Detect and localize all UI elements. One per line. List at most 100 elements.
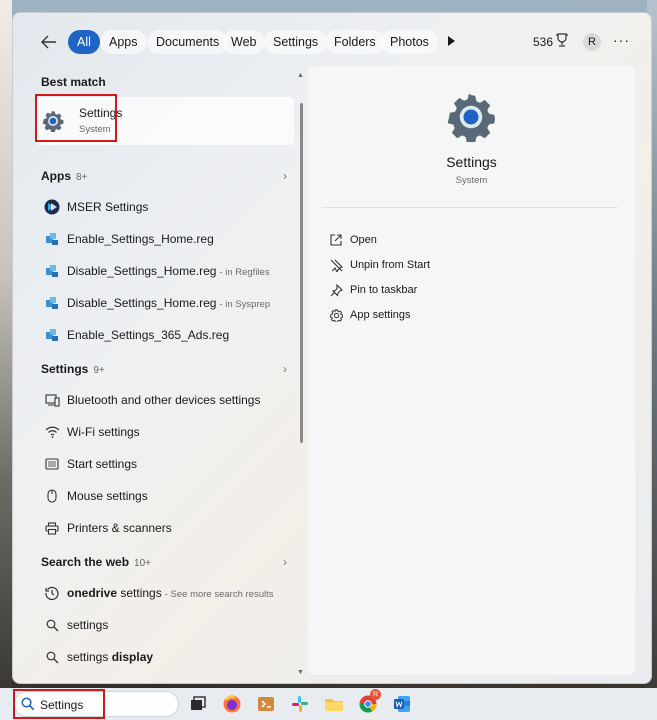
scroll-up-arrow-icon[interactable]: ▲	[297, 72, 304, 79]
web-result-text: settings	[67, 618, 109, 632]
action-unpin-from-start[interactable]: Unpin from Start	[326, 255, 616, 277]
action-label: App settings	[350, 309, 411, 321]
tab-settings[interactable]: Settings	[264, 30, 328, 54]
detail-pane: Settings System Open Unpin from Start Pi…	[308, 66, 635, 675]
scroll-down-arrow-icon[interactable]: ▼	[297, 669, 304, 676]
account-avatar[interactable]: R	[583, 33, 601, 51]
unpin-icon	[329, 258, 343, 272]
registry-file-icon	[44, 295, 60, 311]
list-item[interactable]: Printers & scanners	[35, 513, 294, 543]
file-explorer-icon[interactable]	[324, 694, 344, 714]
highlight-box	[13, 689, 105, 719]
firefox-icon[interactable]	[222, 694, 242, 714]
apps-heading[interactable]: Apps 8+	[41, 169, 87, 183]
task-view-icon[interactable]	[188, 694, 208, 714]
chrome-profile-badge: R	[370, 689, 381, 700]
devices-icon	[44, 392, 60, 408]
list-item[interactable]: MSER Settings	[35, 192, 294, 222]
search-icon	[44, 649, 60, 665]
list-item-label: Mouse settings	[67, 489, 148, 503]
package-icon[interactable]	[256, 694, 276, 714]
gear-icon	[329, 308, 343, 322]
tab-apps[interactable]: Apps	[100, 30, 147, 54]
list-item[interactable]: settings display	[35, 642, 294, 672]
open-external-icon	[329, 233, 343, 247]
registry-file-icon	[44, 327, 60, 343]
list-item[interactable]: settings	[35, 610, 294, 640]
wifi-icon	[44, 424, 60, 440]
web-result-text: settings	[67, 650, 112, 664]
web-result-bold: onedrive	[67, 586, 118, 600]
list-item[interactable]: onedrive settings - See more search resul…	[35, 578, 294, 608]
list-item-location: - in Sysprep	[219, 299, 271, 310]
list-item-label: Enable_Settings_Home.reg	[67, 232, 214, 246]
wallpaper-edge-left	[0, 0, 12, 690]
results-pane: Best match Settings System Apps 8+ › MSER…	[13, 67, 304, 683]
list-item-label: Bluetooth and other devices settings	[67, 393, 261, 407]
scrollbar-thumb[interactable]	[300, 103, 303, 443]
list-item-location: - in Regfiles	[219, 267, 270, 278]
list-item-label: Start settings	[67, 457, 138, 471]
list-item-label: Disable_Settings_Home.reg	[67, 264, 217, 278]
list-item[interactable]: Enable_Settings_Home.reg	[35, 224, 294, 254]
action-label: Open	[350, 234, 377, 246]
back-arrow-icon[interactable]	[39, 32, 59, 52]
search-web-heading[interactable]: Search the web 10+	[41, 555, 151, 569]
list-item-label: MSER Settings	[67, 200, 149, 214]
taskbar: Settings R	[0, 688, 657, 720]
detail-subtitle: System	[455, 175, 488, 186]
list-item[interactable]: Bluetooth and other devices settings	[35, 385, 294, 415]
web-result-bold: display	[111, 650, 154, 664]
word-icon[interactable]	[392, 694, 412, 714]
history-icon	[44, 585, 60, 601]
registry-file-icon	[44, 263, 60, 279]
tab-documents[interactable]: Documents	[147, 30, 229, 54]
tab-folders[interactable]: Folders	[325, 30, 385, 54]
tab-web[interactable]: Web	[222, 30, 266, 54]
slack-icon[interactable]	[290, 694, 310, 714]
tab-photos[interactable]: Photos	[381, 30, 438, 54]
apps-chevron-right-icon[interactable]: ›	[283, 169, 287, 183]
action-label: Unpin from Start	[350, 259, 431, 271]
search-web-heading-label: Search the web	[41, 555, 130, 569]
chrome-icon[interactable]: R	[358, 689, 381, 714]
mouse-icon	[44, 488, 60, 504]
divider	[322, 207, 618, 208]
detail-title: Settings	[446, 154, 497, 170]
list-item[interactable]: Wi-Fi settings	[35, 417, 294, 447]
action-app-settings[interactable]: App settings	[326, 305, 616, 327]
rewards-trophy-icon[interactable]	[555, 33, 571, 49]
list-item[interactable]: Disable_Settings_Home.reg - in Regfiles	[35, 256, 294, 286]
list-item-label: Enable_Settings_365_Ads.reg	[67, 328, 230, 342]
more-filters-play-icon[interactable]	[445, 35, 459, 49]
highlight-box	[35, 94, 117, 142]
search-icon	[44, 617, 60, 633]
tab-all[interactable]: All	[68, 30, 100, 54]
mser-app-icon	[44, 199, 60, 215]
settings-count: 9+	[93, 365, 105, 376]
action-open[interactable]: Open	[326, 230, 616, 252]
printer-icon	[44, 520, 60, 536]
settings-heading[interactable]: Settings 9+	[41, 362, 105, 376]
more-options-icon[interactable]: ···	[613, 32, 630, 48]
apps-count: 8+	[76, 172, 88, 183]
list-item-label: Wi-Fi settings	[67, 425, 140, 439]
action-pin-to-taskbar[interactable]: Pin to taskbar	[326, 280, 616, 302]
pin-icon	[329, 283, 343, 297]
list-item[interactable]: Mouse settings	[35, 481, 294, 511]
registry-file-icon	[44, 231, 60, 247]
search-web-chevron-right-icon[interactable]: ›	[283, 555, 287, 569]
best-match-heading: Best match	[41, 75, 106, 89]
apps-heading-label: Apps	[41, 169, 71, 183]
list-item[interactable]: Enable_Settings_365_Ads.reg	[35, 320, 294, 350]
search-flyout: All Apps Documents Web Settings Folders …	[12, 12, 652, 684]
list-item[interactable]: Start settings	[35, 449, 294, 479]
list-item-label: Printers & scanners	[67, 521, 172, 535]
web-result-text: settings	[117, 586, 162, 600]
settings-chevron-right-icon[interactable]: ›	[283, 362, 287, 376]
action-label: Pin to taskbar	[350, 284, 418, 296]
list-item[interactable]: Disable_Settings_Home.reg - in Sysprep	[35, 288, 294, 318]
rewards-points[interactable]: 536	[533, 35, 553, 49]
start-menu-icon	[44, 456, 60, 472]
search-web-count: 10+	[134, 558, 151, 569]
